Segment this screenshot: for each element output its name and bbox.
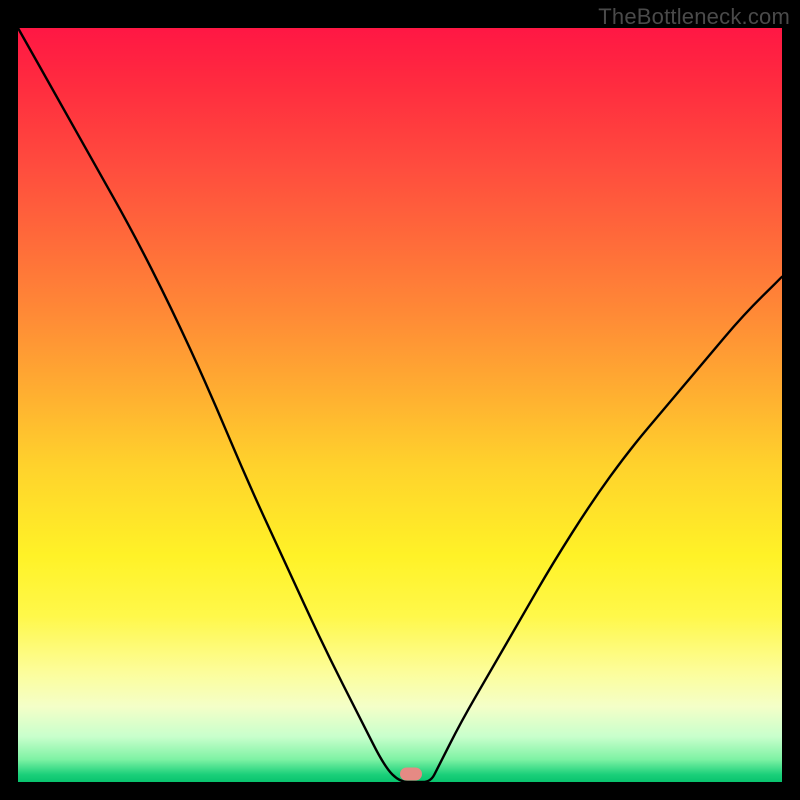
plot-area — [18, 28, 782, 782]
bottleneck-curve — [18, 28, 782, 782]
optimal-point-marker — [400, 768, 422, 781]
watermark-text: TheBottleneck.com — [598, 4, 790, 30]
chart-frame: TheBottleneck.com — [0, 0, 800, 800]
